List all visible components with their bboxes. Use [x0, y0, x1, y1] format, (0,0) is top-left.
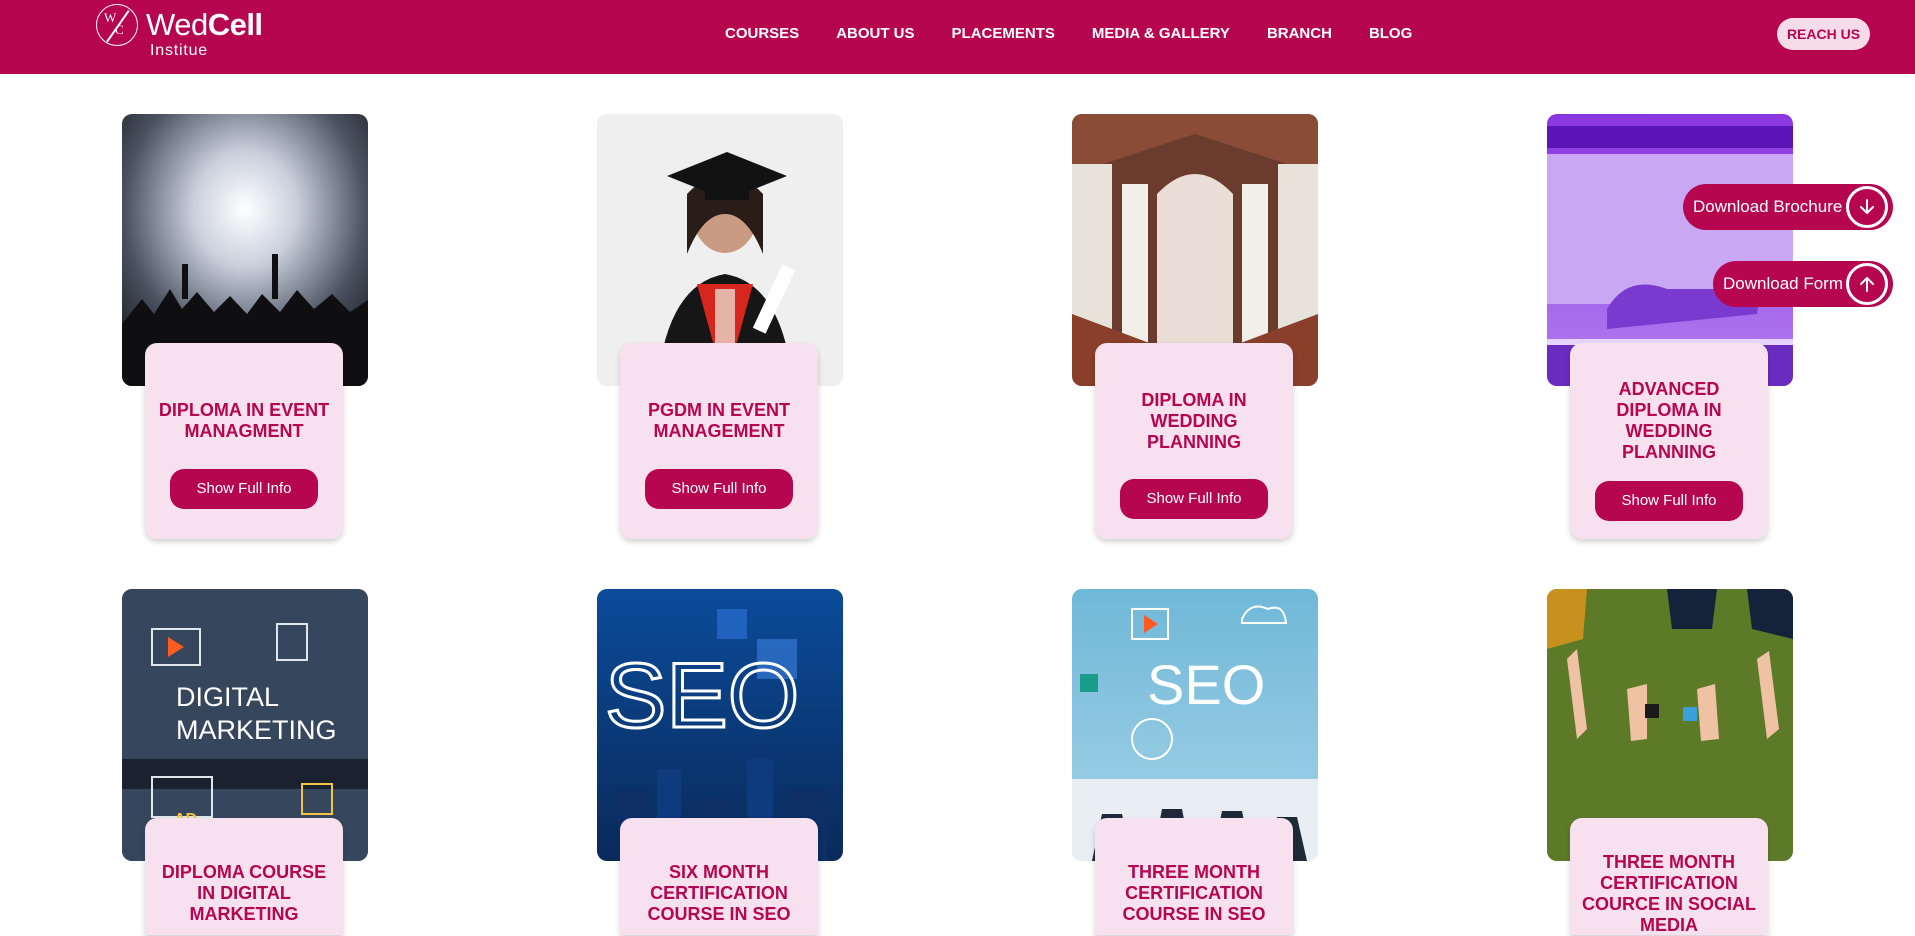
show-full-info-button[interactable]: Show Full Info: [170, 469, 318, 509]
course-card-body: DIPLOMA IN EVENT MANAGMENT Show Full Inf…: [145, 343, 343, 539]
brand-name-bold: Cell: [207, 7, 263, 42]
brand-subtitle: Institue: [150, 42, 208, 59]
course-card: ADVANCED DIPLOMA IN WEDDING PLANNING Sho…: [1547, 114, 1793, 539]
reach-us-button[interactable]: REACH US: [1777, 18, 1870, 50]
nav-placements[interactable]: PLACEMENTS: [952, 25, 1055, 43]
download-form-button[interactable]: Download Form: [1713, 261, 1893, 307]
arrow-up-icon: [1846, 263, 1888, 305]
site-header: W C WedCell Institue COURSES ABOUT US PL…: [0, 0, 1915, 74]
nav-blog[interactable]: BLOG: [1369, 25, 1412, 43]
image-text-marketing: MARKETING: [176, 715, 337, 745]
course-card-body: SIX MONTH CERTIFICATION COURSE IN SEO: [620, 818, 818, 935]
course-title: PGDM IN EVENT MANAGEMENT: [647, 400, 790, 441]
download-brochure-label: Download Brochure: [1693, 197, 1843, 216]
arrow-down-icon: [1846, 186, 1888, 228]
course-card-body: THREE MONTH CERTIFICATION COURSE IN SEO: [1095, 818, 1293, 935]
logo-letter-c: C: [115, 22, 124, 37]
course-card: THREE MONTH CERTIFICATION COURCE IN SOCI…: [1547, 589, 1793, 935]
course-title: DIPLOMA IN WEDDING PLANNING: [1141, 390, 1247, 452]
download-brochure-button[interactable]: Download Brochure: [1683, 184, 1893, 230]
course-title: DIPLOMA IN EVENT MANAGMENT: [158, 400, 330, 441]
logo-mark-icon: W C: [96, 4, 138, 46]
course-title: THREE MONTH CERTIFICATION COURCE IN SOCI…: [1582, 852, 1757, 935]
course-card-body: DIPLOMA IN WEDDING PLANNING Show Full In…: [1095, 343, 1293, 539]
show-full-info-button[interactable]: Show Full Info: [645, 469, 793, 509]
course-card-body: DIPLOMA COURSE IN DIGITAL MARKETING: [145, 818, 343, 935]
image-text-seo: SEO: [1147, 653, 1265, 716]
download-form-label: Download Form: [1723, 274, 1843, 293]
nav-about-us[interactable]: ABOUT US: [836, 25, 914, 43]
show-full-info-button[interactable]: Show Full Info: [1595, 481, 1743, 521]
course-title: SIX MONTH CERTIFICATION COURSE IN SEO: [647, 862, 791, 924]
nav-media-gallery[interactable]: MEDIA & GALLERY: [1092, 25, 1230, 43]
course-card: SEO SIX MONTH CERTIFICATION COURSE IN SE…: [597, 589, 843, 935]
course-card: DIPLOMA IN EVENT MANAGMENT Show Full Inf…: [122, 114, 368, 539]
course-card: SEO THREE MONTH CERTIFICATION COURSE IN …: [1072, 589, 1318, 935]
brand-name: WedCell: [146, 8, 263, 42]
brand-name-light: Wed: [146, 7, 208, 42]
course-card: AD DIGITAL MARKETING DIPLOMA COURSE IN D…: [122, 589, 368, 935]
course-title: ADVANCED DIPLOMA IN WEDDING PLANNING: [1616, 379, 1722, 462]
course-title: THREE MONTH CERTIFICATION COURSE IN SEO: [1122, 862, 1266, 924]
main-nav: COURSES ABOUT US PLACEMENTS MEDIA & GALL…: [725, 25, 1449, 43]
course-card: PGDM IN EVENT MANAGEMENT Show Full Info: [597, 114, 843, 539]
nav-branch[interactable]: BRANCH: [1267, 25, 1332, 43]
course-card: DIPLOMA IN WEDDING PLANNING Show Full In…: [1072, 114, 1318, 539]
nav-courses[interactable]: COURSES: [725, 25, 799, 43]
image-text-seo: SEO: [605, 645, 799, 747]
course-card-body: THREE MONTH CERTIFICATION COURCE IN SOCI…: [1570, 818, 1768, 935]
course-card-body: ADVANCED DIPLOMA IN WEDDING PLANNING Sho…: [1570, 343, 1768, 539]
course-card-body: PGDM IN EVENT MANAGEMENT Show Full Info: [620, 343, 818, 539]
course-title: DIPLOMA COURSE IN DIGITAL MARKETING: [161, 862, 327, 924]
show-full-info-button[interactable]: Show Full Info: [1120, 479, 1268, 519]
site-logo[interactable]: W C WedCell Institue: [96, 4, 276, 64]
image-text-digital: DIGITAL: [176, 682, 279, 712]
